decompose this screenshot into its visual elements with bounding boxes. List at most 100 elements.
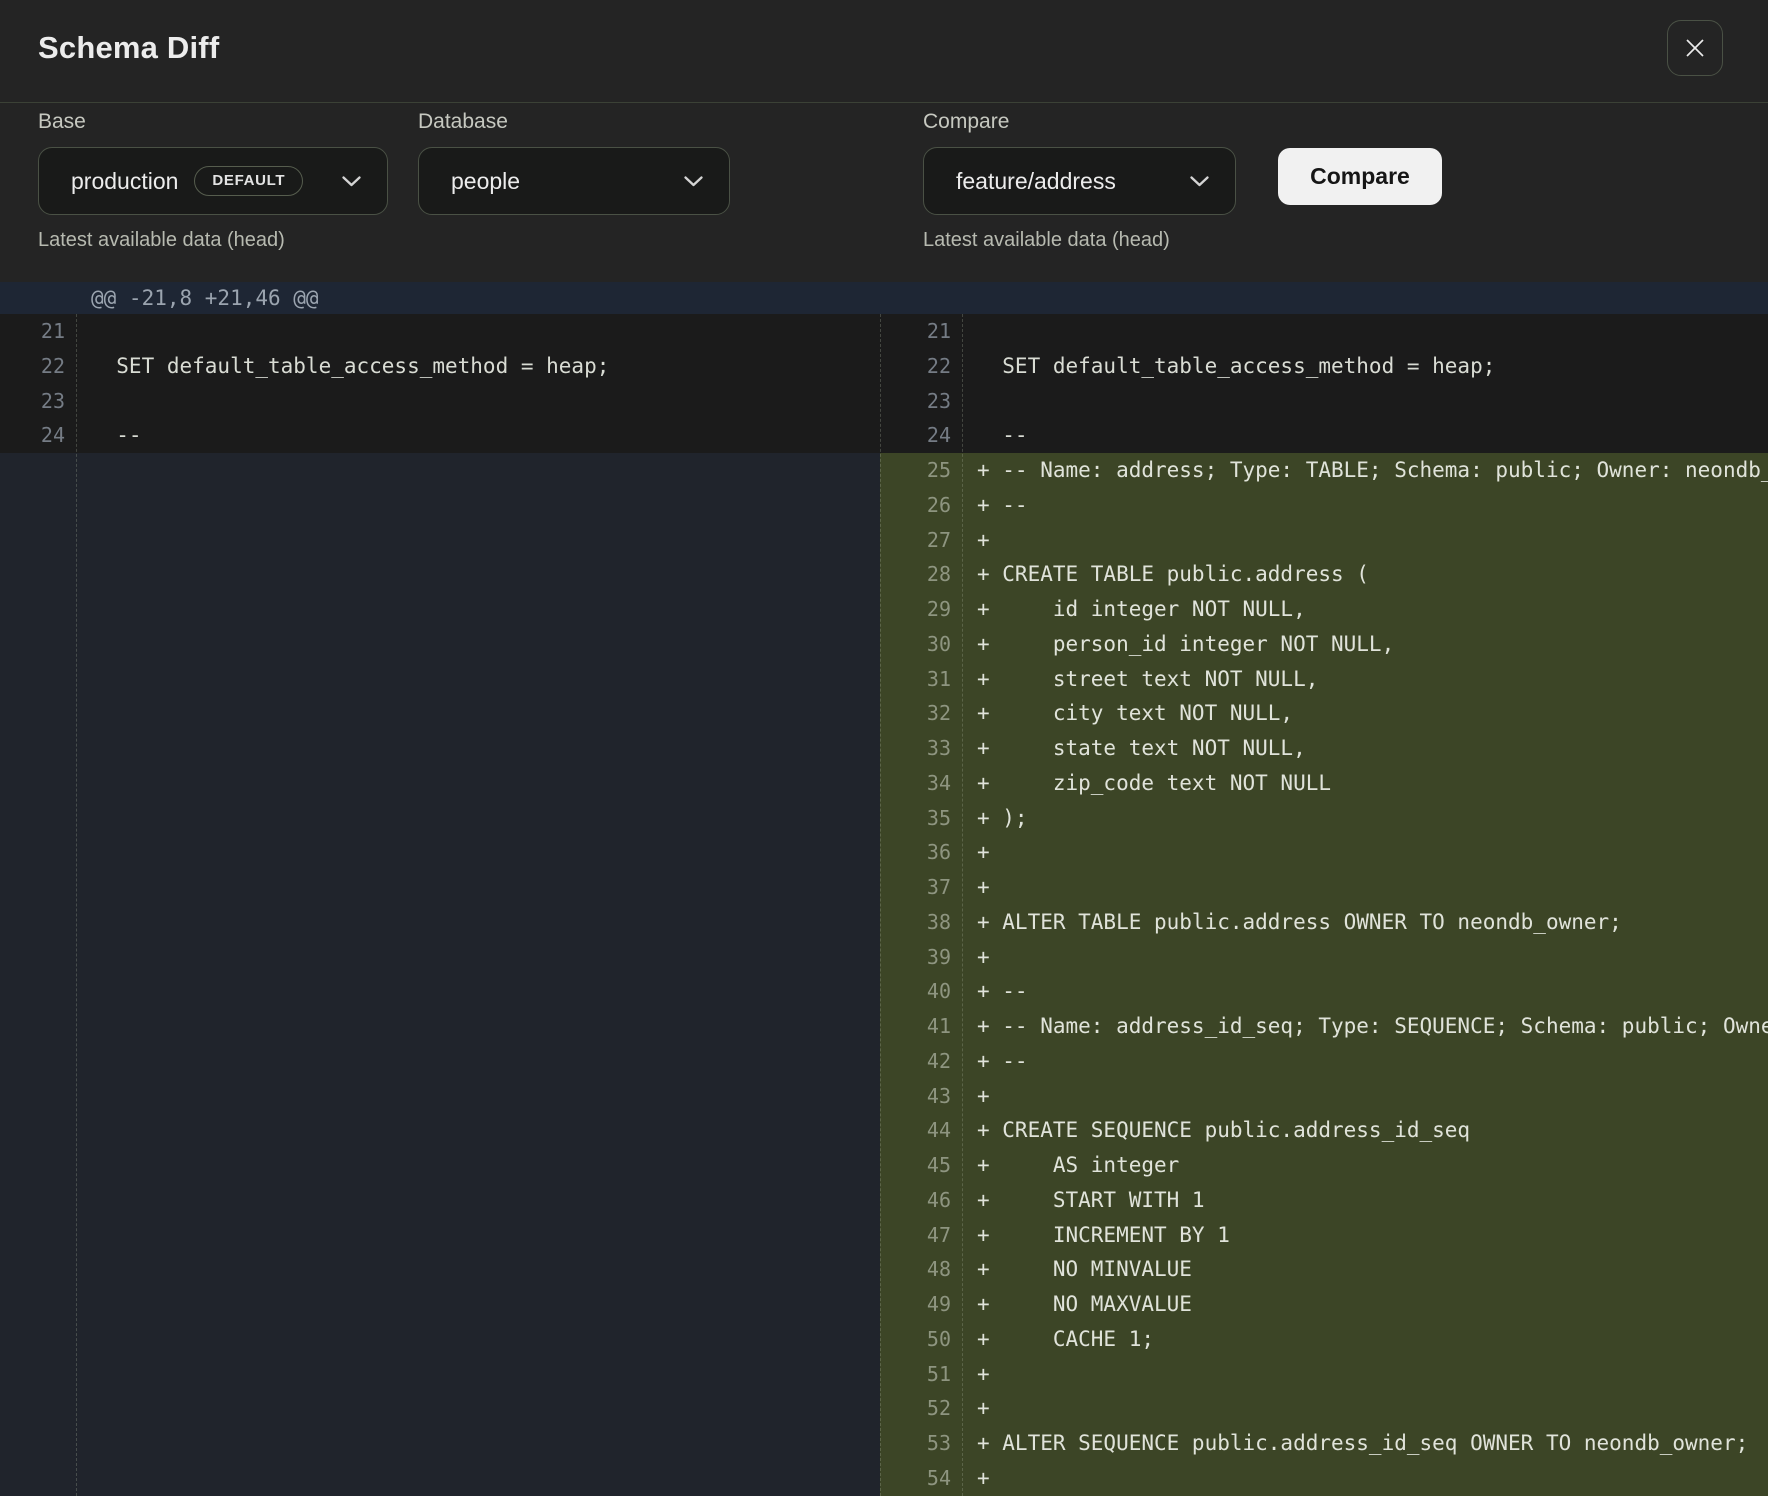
diff-body: 21 22 SET default_table_access_method = …: [0, 314, 1768, 1496]
code-line: + );: [962, 801, 1768, 836]
code-line: [962, 314, 1768, 349]
line-number: 31: [880, 662, 962, 697]
line-number: 24: [0, 418, 76, 453]
close-button[interactable]: [1667, 20, 1723, 76]
code-line: +: [962, 940, 1768, 975]
diff-row: 23: [0, 384, 880, 419]
compare-branch-value: feature/address: [956, 168, 1116, 195]
base-branch-value: production: [71, 168, 178, 195]
code-line: + person_id integer NOT NULL,: [962, 627, 1768, 662]
line-number: 21: [880, 314, 962, 349]
diff-row: 45+ AS integer: [880, 1148, 1768, 1183]
line-number: 52: [880, 1391, 962, 1426]
diff-row: 31+ street text NOT NULL,: [880, 662, 1768, 697]
code-line: + CREATE TABLE public.address (: [962, 557, 1768, 592]
code-line: [962, 384, 1768, 419]
code-line: + AS integer: [962, 1148, 1768, 1183]
code-line: + ALTER TABLE public.address OWNER TO ne…: [962, 905, 1768, 940]
line-number: 32: [880, 696, 962, 731]
line-number: 48: [880, 1252, 962, 1287]
base-label: Base: [38, 109, 388, 135]
diff-row: 43+: [880, 1079, 1768, 1114]
line-number: 45: [880, 1148, 962, 1183]
diff-row: 30+ person_id integer NOT NULL,: [880, 627, 1768, 662]
line-number: 44: [880, 1113, 962, 1148]
code-line: + -- Name: address_id_seq; Type: SEQUENC…: [962, 1009, 1768, 1044]
code-line: +: [962, 870, 1768, 905]
line-number: 30: [880, 627, 962, 662]
line-number: 54: [880, 1461, 962, 1496]
diff-row: 49+ NO MAXVALUE: [880, 1287, 1768, 1322]
diff-pane-compare: 21 22 SET default_table_access_method = …: [880, 314, 1768, 1496]
line-number: 23: [880, 384, 962, 419]
database-select[interactable]: people: [418, 147, 730, 215]
diff-view: @@ -21,8 +21,46 @@ 21 22 SET default_tab…: [0, 282, 1768, 1496]
code-line: [76, 314, 880, 349]
diff-row: 52+: [880, 1391, 1768, 1426]
line-number: 53: [880, 1426, 962, 1461]
code-line: --: [962, 418, 1768, 453]
code-line: +: [962, 1079, 1768, 1114]
code-line: +: [962, 1357, 1768, 1392]
diff-row: 32+ city text NOT NULL,: [880, 696, 1768, 731]
base-branch-select[interactable]: production DEFAULT: [38, 147, 388, 215]
code-line: + --: [962, 974, 1768, 1009]
diff-pane-base: 21 22 SET default_table_access_method = …: [0, 314, 880, 1496]
diff-row: 36+: [880, 835, 1768, 870]
diff-row: 46+ START WITH 1: [880, 1183, 1768, 1218]
code-line: +: [962, 523, 1768, 558]
diff-row: 44+ CREATE SEQUENCE public.address_id_se…: [880, 1113, 1768, 1148]
chevron-down-icon: [1190, 176, 1209, 187]
default-badge: DEFAULT: [194, 166, 303, 196]
line-number: 34: [880, 766, 962, 801]
compare-branch-select[interactable]: feature/address: [923, 147, 1236, 215]
line-number: 21: [0, 314, 76, 349]
line-number: 50: [880, 1322, 962, 1357]
code-line: + city text NOT NULL,: [962, 696, 1768, 731]
line-number: 47: [880, 1218, 962, 1253]
code-line: + state text NOT NULL,: [962, 731, 1768, 766]
code-line: + ALTER SEQUENCE public.address_id_seq O…: [962, 1426, 1768, 1461]
diff-row: 50+ CACHE 1;: [880, 1322, 1768, 1357]
modal-titlebar: Schema Diff: [0, 0, 1768, 103]
line-number: 49: [880, 1287, 962, 1322]
line-number: 43: [880, 1079, 962, 1114]
diff-row: 24 --: [880, 418, 1768, 453]
diff-row: 24 --: [0, 418, 880, 453]
code-line: SET default_table_access_method = heap;: [962, 349, 1768, 384]
diff-row: 33+ state text NOT NULL,: [880, 731, 1768, 766]
line-number: 22: [880, 349, 962, 384]
base-note: Latest available data (head): [38, 228, 388, 252]
line-number: 40: [880, 974, 962, 1009]
line-number: 41: [880, 1009, 962, 1044]
diff-row: 21: [880, 314, 1768, 349]
database-value: people: [451, 168, 520, 195]
line-number: 42: [880, 1044, 962, 1079]
line-number: 28: [880, 557, 962, 592]
line-number: 39: [880, 940, 962, 975]
code-line: + CREATE SEQUENCE public.address_id_seq: [962, 1113, 1768, 1148]
code-line: [76, 384, 880, 419]
diff-row: 42+ --: [880, 1044, 1768, 1079]
database-group: Database people: [418, 109, 730, 215]
diff-row: 40+ --: [880, 974, 1768, 1009]
diff-row: 39+: [880, 940, 1768, 975]
code-line: + CACHE 1;: [962, 1322, 1768, 1357]
code-line: + NO MINVALUE: [962, 1252, 1768, 1287]
line-number: 37: [880, 870, 962, 905]
diff-row: 23: [880, 384, 1768, 419]
diff-row: 54+: [880, 1461, 1768, 1496]
diff-row: 53+ ALTER SEQUENCE public.address_id_seq…: [880, 1426, 1768, 1461]
code-line: + zip_code text NOT NULL: [962, 766, 1768, 801]
database-label: Database: [418, 109, 730, 135]
gutter-divider: [76, 314, 77, 1496]
compare-label: Compare: [923, 109, 1236, 135]
compare-button[interactable]: Compare: [1278, 148, 1442, 205]
line-number: 22: [0, 349, 76, 384]
code-line: + --: [962, 1044, 1768, 1079]
diff-row: 41+ -- Name: address_id_seq; Type: SEQUE…: [880, 1009, 1768, 1044]
line-number: 23: [0, 384, 76, 419]
code-line: + id integer NOT NULL,: [962, 592, 1768, 627]
code-line: SET default_table_access_method = heap;: [76, 349, 880, 384]
chevron-down-icon: [342, 176, 361, 187]
